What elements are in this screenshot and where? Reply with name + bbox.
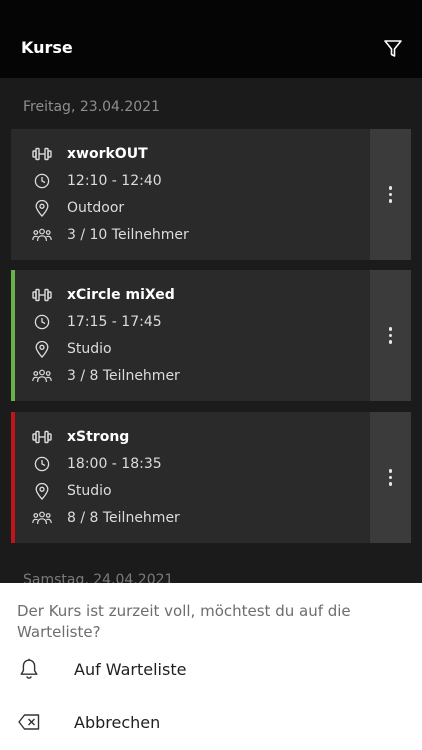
sheet-message: Der Kurs ist zurzeit voll, möchtest du a…	[17, 602, 351, 641]
dumbbell-icon	[31, 284, 53, 306]
course-location: Studio	[67, 483, 112, 499]
course-card[interactable]: xCircle miXed 17:15 - 17:45 Studio 3 / 8…	[11, 270, 411, 401]
course-card[interactable]: xStrong 18:00 - 18:35 Studio 8 / 8 Teiln…	[11, 412, 411, 543]
waitlist-bottom-sheet: Der Kurs ist zurzeit voll, möchtest du a…	[0, 583, 422, 750]
page-title: Kurse	[21, 38, 73, 57]
course-time: 17:15 - 17:45	[67, 314, 162, 330]
course-participants: 8 / 8 Teilnehmer	[67, 510, 180, 526]
course-card[interactable]: xworkOUT 12:10 - 12:40 Outdoor 3 / 10 Te…	[11, 129, 411, 260]
course-location: Studio	[67, 341, 112, 357]
location-pin-icon	[31, 480, 53, 502]
join-waitlist-label: Auf Warteliste	[74, 659, 187, 679]
course-name: xCircle miXed	[67, 287, 175, 303]
cancel-button[interactable]: Abbrechen	[0, 700, 422, 744]
dumbbell-icon	[31, 143, 53, 165]
course-name: xworkOUT	[67, 146, 148, 162]
location-pin-icon	[31, 338, 53, 360]
filter-button[interactable]	[380, 36, 406, 62]
more-vertical-icon	[388, 327, 393, 344]
cancel-label: Abbrechen	[74, 712, 161, 732]
course-menu-button[interactable]	[370, 270, 411, 401]
course-participants: 3 / 8 Teilnehmer	[67, 368, 180, 384]
app-header: Kurse	[0, 0, 422, 78]
course-location: Outdoor	[67, 200, 125, 216]
course-participants: 3 / 10 Teilnehmer	[67, 227, 189, 243]
course-list: Freitag, 23.04.2021 xworkOUT 12:10 - 12:…	[0, 78, 422, 598]
clock-icon	[31, 453, 53, 475]
participants-icon	[31, 365, 53, 387]
participants-icon	[31, 507, 53, 529]
cancel-icon	[17, 710, 41, 734]
participants-icon	[31, 224, 53, 246]
course-time: 18:00 - 18:35	[67, 456, 162, 472]
course-menu-button[interactable]	[370, 129, 411, 260]
more-vertical-icon	[388, 186, 393, 203]
dumbbell-icon	[31, 426, 53, 448]
course-menu-button[interactable]	[370, 412, 411, 543]
clock-icon	[31, 170, 53, 192]
filter-icon	[384, 40, 402, 57]
date-header: Freitag, 23.04.2021	[23, 99, 160, 115]
app-root: Kurse Freitag, 23.04.2021 xworkOUT 12:10…	[0, 0, 422, 750]
bell-icon	[17, 657, 41, 681]
course-name: xStrong	[67, 429, 130, 445]
location-pin-icon	[31, 197, 53, 219]
course-time: 12:10 - 12:40	[67, 173, 162, 189]
join-waitlist-button[interactable]: Auf Warteliste	[0, 647, 422, 691]
clock-icon	[31, 311, 53, 333]
more-vertical-icon	[388, 469, 393, 486]
